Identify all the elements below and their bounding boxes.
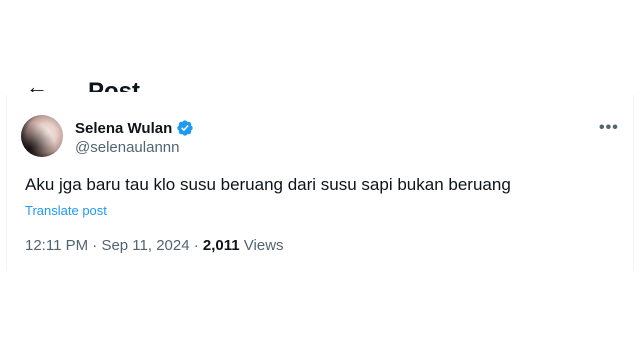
tweet-card: Selena Wulan @selenaulannn ••• Aku jga b… [6,95,634,271]
author-handle[interactable]: @selenaulannn [75,139,179,156]
views-label: Views [239,237,284,254]
verified-badge-icon [177,120,193,136]
author-display-name[interactable]: Selena Wulan [75,120,172,137]
meta-separator: · [189,237,203,254]
meta-separator: · [88,237,102,254]
tweet-metadata: 12:11 PM · Sep 11, 2024 · 2,011 Views [25,237,284,254]
avatar[interactable] [21,115,63,157]
translate-post-link[interactable]: Translate post [25,203,107,218]
page: ← Post Selena Wulan @selenaulannn ••• Ak… [0,0,640,360]
more-options-icon[interactable]: ••• [599,120,619,136]
tweet-date[interactable]: Sep 11, 2024 [101,237,189,254]
tweet-time[interactable]: 12:11 PM [25,237,88,254]
tweet-text: Aku jga baru tau klo susu beruang dari s… [25,175,511,194]
views-count: 2,011 [202,237,240,254]
author-name-row: Selena Wulan [75,118,194,138]
top-crop-area [0,0,640,82]
